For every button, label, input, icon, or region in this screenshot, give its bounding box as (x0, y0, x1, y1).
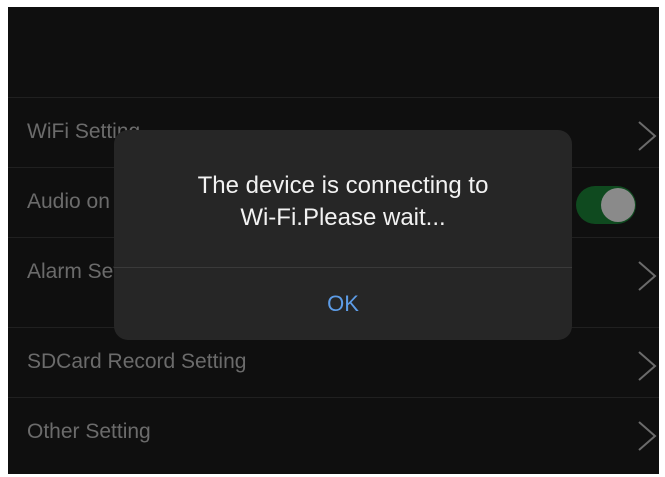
dialog-message: The device is connecting to Wi-Fi.Please… (114, 170, 572, 234)
dialog-message-line1: The device is connecting to (197, 172, 489, 199)
setting-label-other: Other Setting (27, 420, 151, 443)
connecting-dialog: The device is connecting to Wi-Fi.Please… (114, 130, 572, 340)
audio-toggle[interactable] (576, 186, 636, 224)
settings-screen: WiFi Setting Audio on Alarm Setting SDCa… (8, 7, 659, 474)
setting-label-sdcard: SDCard Record Setting (27, 350, 247, 373)
toggle-knob (601, 188, 635, 222)
chevron-right-icon (638, 261, 657, 291)
chevron-right-icon (638, 351, 657, 381)
chevron-right-icon (638, 121, 657, 151)
setting-row-other[interactable]: Other Setting (8, 397, 659, 468)
setting-label-audio: Audio on (27, 190, 110, 213)
ok-button[interactable]: OK (114, 268, 572, 340)
chevron-right-icon (638, 421, 657, 451)
dialog-message-line2: Wi-Fi.Please wait... (240, 204, 446, 231)
